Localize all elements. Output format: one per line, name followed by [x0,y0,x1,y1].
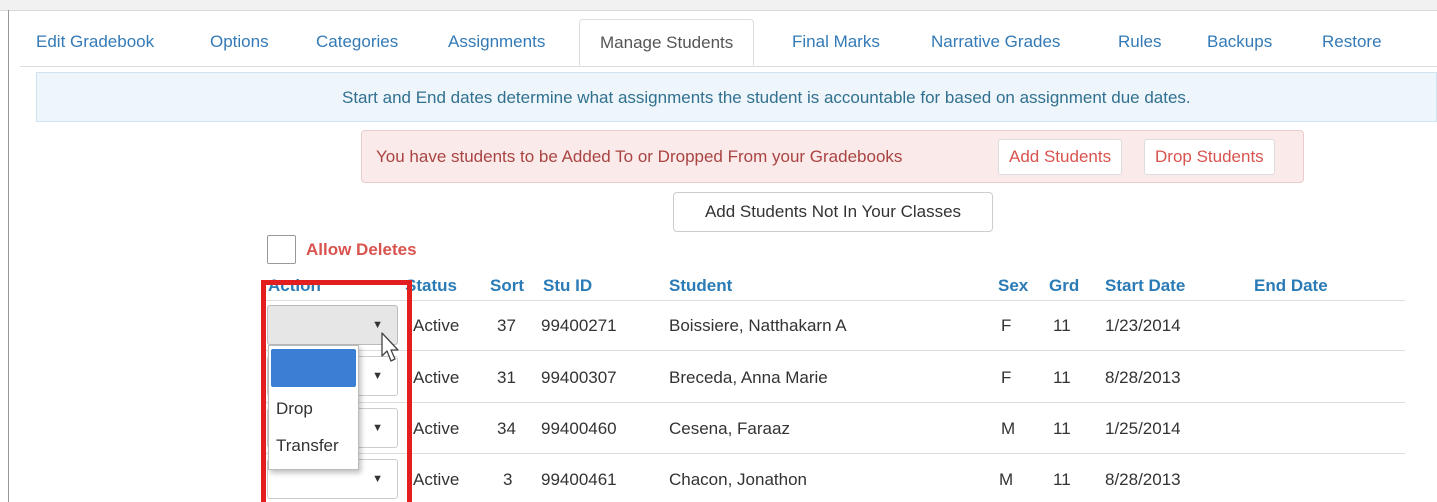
start-date-cell[interactable]: 8/28/2013 [1105,368,1181,388]
tab-narrative-grades[interactable]: Narrative Grades [931,19,1060,65]
row-divider [262,350,1405,351]
grade-cell: 11 [1053,368,1071,387]
dropdown-option-blank[interactable] [271,349,356,387]
column-header-status[interactable]: Status [405,276,457,296]
tab-manage-students[interactable]: Manage Students [579,19,755,66]
pending-changes-text: You have students to be Added To or Drop… [376,147,903,166]
sex-cell: M [999,470,1014,489]
student-name-cell: Breceda, Anna Marie [669,368,828,387]
column-header-grd[interactable]: Grd [1049,276,1079,296]
sex-cell: F [1001,368,1012,387]
dropdown-option-transfer[interactable]: Transfer [276,436,339,456]
tab-categories[interactable]: Categories [316,19,398,65]
row-divider [262,402,1405,403]
stu-id-cell: 99400307 [541,368,617,387]
header-divider [262,300,1405,301]
info-alert: Start and End dates determine what assig… [36,72,1437,122]
status-cell: Active [413,419,460,438]
start-date-cell[interactable]: 1/25/2014 [1105,419,1181,439]
pending-changes-alert: You have students to be Added To or Drop… [361,130,1304,183]
row-divider [262,453,1405,454]
drop-students-button[interactable]: Drop Students [1144,139,1275,175]
allow-deletes-checkbox[interactable] [267,235,296,264]
grade-cell: 11 [1053,316,1071,335]
sex-cell: M [1001,419,1016,438]
sort-cell: 3 [503,470,513,489]
column-header-end-date[interactable]: End Date [1254,276,1328,296]
sort-cell: 31 [497,368,516,387]
column-header-stu-id[interactable]: Stu ID [543,276,592,296]
gradebook-tabs: Edit Gradebook Options Categories Assign… [20,19,1437,67]
mouse-pointer-icon [381,332,399,362]
window-frame-top [0,0,1437,11]
tab-options[interactable]: Options [210,19,269,65]
column-header-start-date[interactable]: Start Date [1105,276,1185,296]
status-cell: Active [413,316,460,335]
grade-cell: 11 [1053,470,1071,489]
stu-id-cell: 99400271 [541,316,617,335]
student-name-cell: Chacon, Jonathon [669,470,807,489]
status-cell: Active [413,368,460,387]
info-alert-text: Start and End dates determine what assig… [342,88,1191,107]
tab-rules[interactable]: Rules [1118,19,1161,65]
sex-cell: F [1001,316,1012,335]
stu-id-cell: 99400460 [541,419,617,438]
start-date-cell[interactable]: 1/23/2014 [1105,316,1181,336]
student-name-cell: Boissiere, Natthakarn A [669,316,847,335]
student-name-cell: Cesena, Faraaz [669,419,790,438]
sort-cell: 34 [497,419,516,438]
tab-backups[interactable]: Backups [1207,19,1272,65]
tab-edit-gradebook[interactable]: Edit Gradebook [36,19,154,65]
allow-deletes-label: Allow Deletes [306,240,417,259]
column-header-student[interactable]: Student [669,276,732,296]
column-header-sex[interactable]: Sex [998,276,1028,296]
tab-restore[interactable]: Restore [1322,19,1382,65]
start-date-cell[interactable]: 8/28/2013 [1105,470,1181,490]
add-students-button[interactable]: Add Students [998,139,1123,175]
sort-cell: 37 [497,316,516,335]
grade-cell: 11 [1053,419,1071,438]
window-frame-left [8,10,9,502]
tab-final-marks[interactable]: Final Marks [792,19,880,65]
stu-id-cell: 99400461 [541,470,617,489]
tab-assignments[interactable]: Assignments [448,19,545,65]
add-students-not-in-classes-button[interactable]: Add Students Not In Your Classes [673,192,993,232]
column-header-sort[interactable]: Sort [490,276,524,296]
dropdown-option-drop[interactable]: Drop [276,399,313,419]
status-cell: Active [413,470,460,489]
action-dropdown-menu: Drop Transfer [268,345,359,470]
